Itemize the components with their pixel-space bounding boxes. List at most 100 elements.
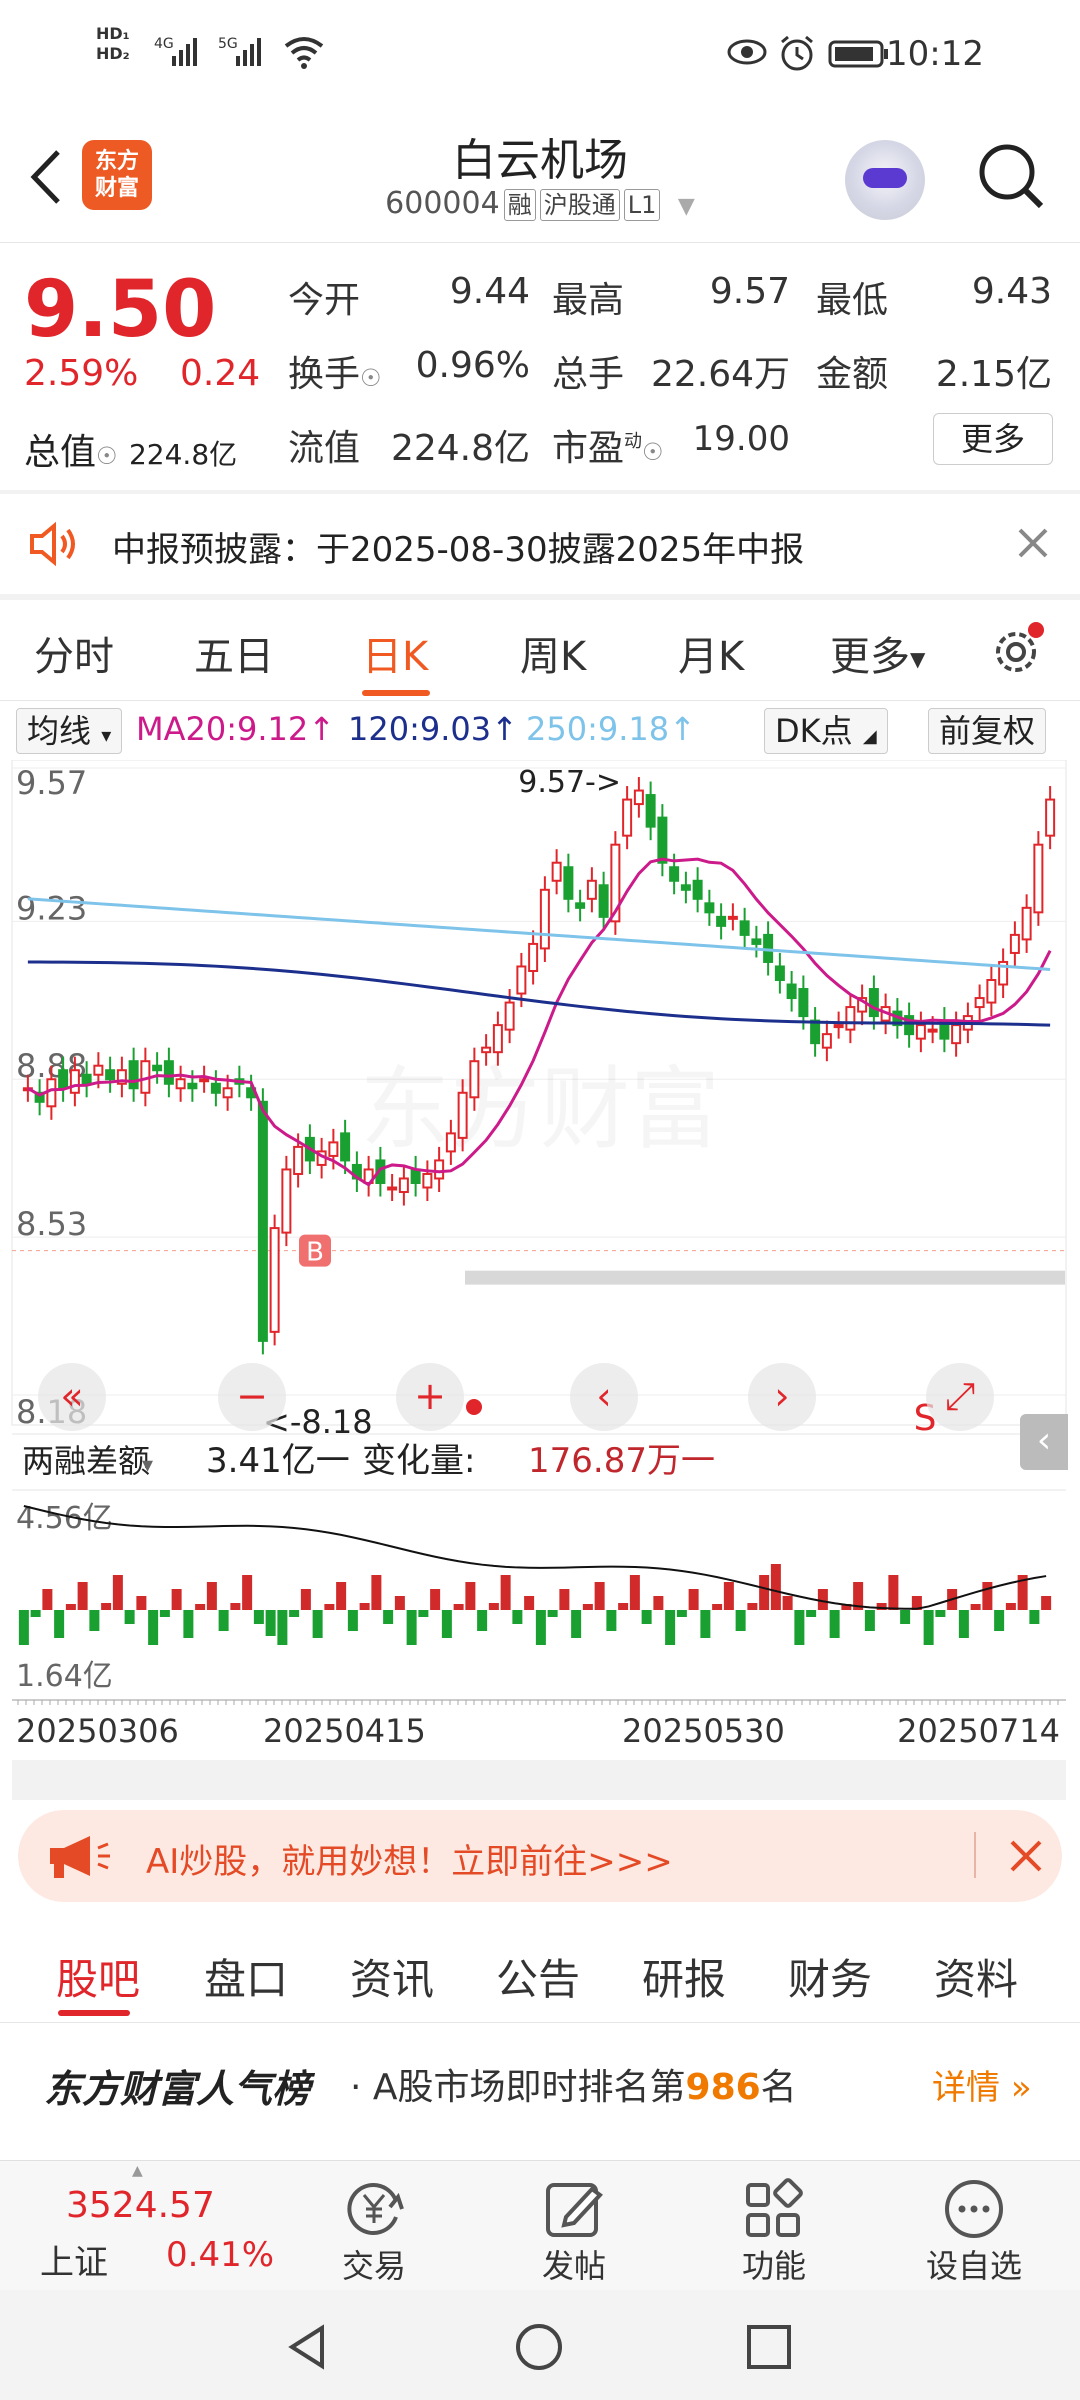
margin-bar [547, 1610, 558, 1617]
margin-bar [535, 1610, 546, 1645]
robot-avatar-icon[interactable] [845, 140, 925, 220]
tab-pankou[interactable]: 盘口 [204, 1946, 288, 2007]
margin-bar [524, 1596, 535, 1610]
margin-bar [770, 1564, 781, 1610]
candle-body [1009, 933, 1020, 954]
candle-body [833, 1024, 844, 1029]
gear-icon[interactable] [986, 620, 1048, 686]
dk-point-button[interactable]: DK点 ◢ [764, 708, 888, 754]
candle-body [751, 938, 762, 945]
info-icon: ☉ [96, 442, 118, 470]
popularity-rank[interactable]: 东方财富人气榜 · A股市场即时排名第986名 详情 » [0, 2030, 1080, 2160]
margin-bar [30, 1610, 41, 1617]
alarm-icon [778, 34, 816, 81]
candle-body [175, 1078, 186, 1090]
stock-header: 东方 财富 白云机场 600004 融沪股通 L1 ▼ [0, 110, 1080, 240]
notice-bar[interactable]: 中报预披露：于2025-08-30披露2025年中报 [0, 494, 1080, 594]
pe-value: 19.00 [692, 419, 790, 459]
price-tick-label: 8.53 [16, 1205, 87, 1243]
close-icon[interactable] [1016, 526, 1050, 560]
tab-news[interactable]: 资讯 [350, 1946, 434, 2007]
more-button[interactable]: 更多 [933, 413, 1053, 465]
hk-connect-tag: 沪股通 [539, 189, 620, 221]
adjust-button[interactable]: 前复权 [928, 708, 1047, 754]
candle-body [1045, 798, 1056, 837]
edit-icon [546, 2183, 603, 2237]
watermark: 东方财富 [360, 1057, 720, 1162]
candle-body [786, 983, 797, 1000]
margin-bar [42, 1589, 53, 1610]
tab-profile[interactable]: 资料 [934, 1946, 1018, 2007]
margin-bar [430, 1589, 441, 1610]
margin-bar [817, 1589, 828, 1610]
candle-body [445, 1132, 456, 1153]
triangle-back-icon[interactable] [282, 2322, 332, 2372]
rank-detail-link[interactable]: 详情 » [932, 2060, 1032, 2109]
candle-body [398, 1177, 409, 1194]
candle-body [328, 1141, 339, 1157]
close-icon[interactable] [1008, 1838, 1044, 1874]
tab-announcement[interactable]: 公告 [496, 1946, 580, 2007]
margin-change-label: 变化量: [362, 1441, 475, 1481]
index-value: 3524.57 [66, 2185, 215, 2226]
index-percent: 0.41% [166, 2235, 275, 2275]
nav-add-watchlist[interactable]: 设自选 [894, 2161, 1054, 2291]
nav-trade[interactable]: 交易 [294, 2161, 454, 2291]
candle-body [951, 1024, 962, 1045]
nav-post[interactable]: 发帖 [494, 2161, 654, 2291]
square-recent-icon[interactable] [744, 2322, 794, 2372]
circle-home-icon[interactable] [514, 2322, 564, 2372]
tab-five-day[interactable]: 五日 [194, 624, 274, 682]
tab-monthly-k[interactable]: 月K [678, 624, 744, 682]
candle-body [422, 1172, 433, 1189]
tab-finance[interactable]: 财务 [788, 1946, 872, 2007]
candle-body [551, 861, 562, 882]
notice-text: 中报预披露：于2025-08-30披露2025年中报 [112, 530, 805, 570]
margin-bar [723, 1582, 734, 1610]
tab-weekly-k[interactable]: 周K [520, 624, 586, 682]
margin-bar [594, 1582, 605, 1610]
megaphone-icon [50, 1836, 110, 1878]
candle-body [46, 1078, 57, 1108]
candle-body [81, 1073, 92, 1085]
tab-more[interactable]: 更多▼ [830, 624, 925, 682]
tab-research[interactable]: 研报 [642, 1946, 726, 2007]
float-label: 流值 [288, 428, 361, 469]
candle-body [657, 816, 668, 864]
candle-body [187, 1082, 198, 1090]
candle-body [716, 915, 727, 927]
tab-guba[interactable]: 股吧 [56, 1946, 140, 2007]
margin-bar [465, 1582, 476, 1610]
search-icon [979, 144, 1044, 209]
candle-body [586, 879, 597, 900]
candle-body [563, 866, 574, 900]
collapse-panel-button[interactable]: ‹ [1020, 1414, 1068, 1470]
system-nav-bar [0, 2290, 1080, 2400]
ma-selector[interactable]: 均线 ▾ [16, 708, 123, 754]
ai-banner[interactable]: AI炒股，就用妙想！立即前往>>> [18, 1810, 1062, 1902]
candle-body [469, 1060, 480, 1099]
chevron-down-icon[interactable]: ▼ [678, 194, 695, 219]
search-button[interactable] [975, 140, 1047, 212]
signal-icon: HD₁ HD₂ [96, 24, 130, 63]
candle-body [504, 1001, 515, 1031]
candle-body [293, 1145, 304, 1175]
kline-svg[interactable]: 9.579.238.888.538.18东方财富9.57-><-8.18BS«−… [0, 760, 1080, 1800]
candle-body [457, 1091, 468, 1139]
date-label: 20250306 [16, 1712, 179, 1750]
date-label: 20250415 [263, 1712, 426, 1750]
battery-icon [828, 38, 890, 78]
candle-body [222, 1087, 233, 1099]
candle-body [69, 1069, 80, 1094]
tab-minute[interactable]: 分时 [34, 624, 114, 682]
banner-text: AI炒股，就用妙想！立即前往>>> [146, 1842, 673, 1882]
margin-bar [923, 1610, 934, 1645]
high-marker: 9.57-> [518, 765, 621, 800]
index-ticker[interactable]: ▲ 3524.57 上证 0.41% [0, 2161, 300, 2291]
tab-daily-k[interactable]: 日K [362, 624, 428, 682]
margin-bar [101, 1603, 112, 1610]
info-icon: ☉ [642, 438, 664, 466]
margin-bar [606, 1610, 617, 1631]
nav-function[interactable]: 功能 [694, 2161, 854, 2291]
indicator-dot [466, 1399, 482, 1415]
